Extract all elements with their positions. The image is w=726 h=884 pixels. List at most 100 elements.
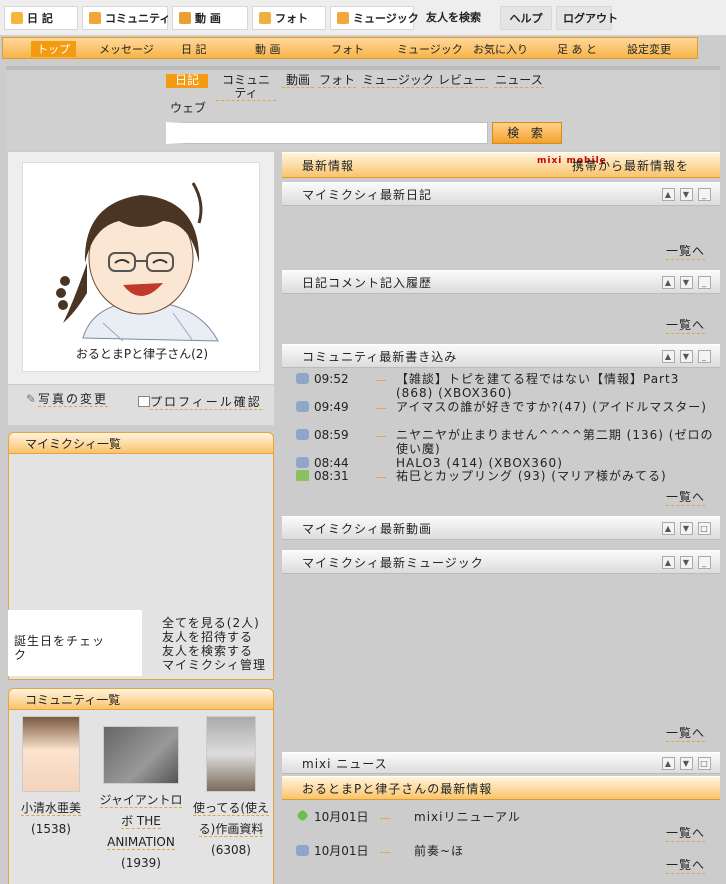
community-thumbnail [206,716,256,792]
move-up-icon[interactable]: ▲ [662,350,675,363]
move-up-icon[interactable]: ▲ [662,522,675,535]
move-down-icon[interactable]: ▼ [680,276,693,289]
search-tab-review[interactable]: レビュー [436,74,488,88]
note-icon [296,470,309,481]
move-up-icon[interactable]: ▲ [662,188,675,201]
profile-panel: おるとまPと律子さん(2) [8,152,274,384]
minimize-icon[interactable]: _ [698,556,711,569]
community-item[interactable]: 使ってる(使える)作画資料 (6308) [188,716,274,861]
manage-mymixi-link[interactable]: マイミクシィ管理 [162,658,266,672]
profile-actions: ✎写真の変更 プロフィール確認 [8,385,274,425]
move-down-icon[interactable]: ▼ [680,757,693,770]
move-down-icon[interactable]: ▼ [680,188,693,201]
wrench-icon: ✎ [25,392,39,406]
profile-card-icon [138,396,150,407]
section-mixi-news-header: mixi ニュース ▲ ▼ □ [282,752,720,774]
diamond-icon [296,809,309,822]
move-up-icon[interactable]: ▲ [662,757,675,770]
pencil-icon [11,12,23,24]
film-icon [179,12,191,24]
birthday-check-link[interactable]: 誕生日をチェック [14,634,114,662]
speech-bubble-icon [89,12,101,24]
subnav-favorites[interactable]: お気に入り [473,41,528,57]
birthday-panel: 誕生日をチェック [8,610,142,676]
community-thumbnail [22,716,80,792]
subnav-music[interactable]: ミュージック [397,41,463,57]
updates-more-link[interactable]: 一覧へ [666,824,706,842]
nav-search-friends[interactable]: 友人を検索 [420,6,490,30]
search-tab-photo[interactable]: フォト [318,74,356,88]
subnav-photo[interactable]: フォト [331,41,364,57]
community-item[interactable]: ジャイアントロボ THE ANIMATION (1939) [98,726,184,874]
section-my-updates-header: おるとまPと律子さんの最新情報 [282,776,720,800]
search-tab-community[interactable]: コミュニティ [216,74,276,101]
section-diary-header: マイミクシィ最新日記 ▲ ▼ _ [282,182,720,206]
community-post-row[interactable]: 09:52 【雑談】トピを建てる程ではない【情報】Part3 (868) (XBO… [296,372,716,402]
search-button[interactable]: 検 索 [492,122,562,144]
subnav-footprints[interactable]: 足 あ と [557,41,597,57]
subnav-settings[interactable]: 設定変更 [627,41,671,57]
search-friends-link[interactable]: 友人を検索する [162,644,266,658]
community-post-row[interactable]: 08:44 HALO3 (414) (XBOX360) [296,456,716,470]
view-profile-link[interactable]: プロフィール確認 [138,393,262,410]
update-row[interactable]: 10月01日 mixiリニューアル [296,809,716,824]
search-tab-video[interactable]: 動画 [282,74,314,88]
community-posts-more-link[interactable]: 一覧へ [666,488,706,506]
community-item[interactable]: 小清水亜美 (1538) [8,716,94,840]
profile-photo-frame: おるとまPと律子さん(2) [22,162,260,372]
nav-music[interactable]: ミュージック [330,6,419,30]
maximize-icon[interactable]: □ [698,757,711,770]
comment-bubble-icon [296,429,309,440]
minimize-icon[interactable]: _ [698,350,711,363]
view-all-friends-link[interactable]: 全てを見る(2人) [162,616,266,630]
community-post-row[interactable]: 09:49 アイマスの誰が好きですか?(47) (アイドルマスター) [296,400,716,428]
mymixi-links: 全てを見る(2人) 友人を招待する 友人を検索する マイミクシィ管理 [162,616,266,672]
latest-news-header: 最新情報 mixi mobile 携帯から最新情報を [282,152,720,178]
move-down-icon[interactable]: ▼ [680,350,693,363]
move-up-icon[interactable]: ▲ [662,556,675,569]
global-header: 日 記 コミュニティ 動 画 フォト ミュージック 友人を検索 ヘルプ ログアウ… [0,0,726,36]
mobile-link[interactable]: 携帯から最新情報を [572,153,718,179]
minimize-icon[interactable]: _ [698,188,711,201]
music-more-link[interactable]: 一覧へ [666,724,706,742]
community-post-row[interactable]: 08:59 ニヤニヤが止まりません^^^^第二期 (136) (ゼロの使い魔) [296,428,716,456]
subnav-video[interactable]: 動 画 [255,41,281,57]
search-tab-web[interactable]: ウェブ [166,102,210,115]
nav-photo[interactable]: フォト [252,6,326,30]
move-down-icon[interactable]: ▼ [680,522,693,535]
updates-more-link-2[interactable]: 一覧へ [666,856,706,874]
film-icon [296,845,309,856]
search-tab-music[interactable]: ミュージック [362,74,434,88]
comment-bubble-icon [296,401,309,412]
subnav-message[interactable]: メッセージ [99,41,154,57]
nav-community[interactable]: コミュニティ [82,6,170,30]
community-header: コミュニティ一覧 [8,688,274,710]
search-tab-news[interactable]: ニュース [494,74,544,88]
search-tab-diary[interactable]: 日記 [166,74,208,88]
profile-avatar [56,182,219,342]
community-post-row[interactable]: 08:31 祐巳とカップリング (93) (マリア様がみてる) [296,469,716,483]
comment-bubble-icon [296,457,309,468]
section-comment-history-header: 日記コメント記入履歴 ▲ ▼ _ [282,270,720,294]
nav-logout[interactable]: ログアウト [556,6,618,30]
comment-history-more-link[interactable]: 一覧へ [666,316,706,334]
invite-friends-link[interactable]: 友人を招待する [162,630,266,644]
nav-video[interactable]: 動 画 [172,6,248,30]
community-thumbnail [103,726,179,784]
comment-bubble-icon [296,373,309,384]
update-row[interactable]: 10月01日 前奏~ほ [296,844,716,858]
mymixi-header: マイミクシィ一覧 [8,432,274,454]
search-input[interactable] [166,122,488,144]
nav-help[interactable]: ヘルプ [500,6,552,30]
subnav-top[interactable]: トップ [31,41,76,57]
section-music-header: マイミクシィ最新ミュージック ▲ ▼ _ [282,550,720,574]
profile-name: おるとまPと律子さん(2) [75,347,209,361]
move-up-icon[interactable]: ▲ [662,276,675,289]
minimize-icon[interactable]: _ [698,276,711,289]
subnav-diary[interactable]: 日 記 [181,41,207,57]
move-down-icon[interactable]: ▼ [680,556,693,569]
change-photo-link[interactable]: ✎写真の変更 [22,392,112,407]
maximize-icon[interactable]: □ [698,522,711,535]
diary-more-link[interactable]: 一覧へ [666,242,706,260]
nav-diary[interactable]: 日 記 [4,6,78,30]
